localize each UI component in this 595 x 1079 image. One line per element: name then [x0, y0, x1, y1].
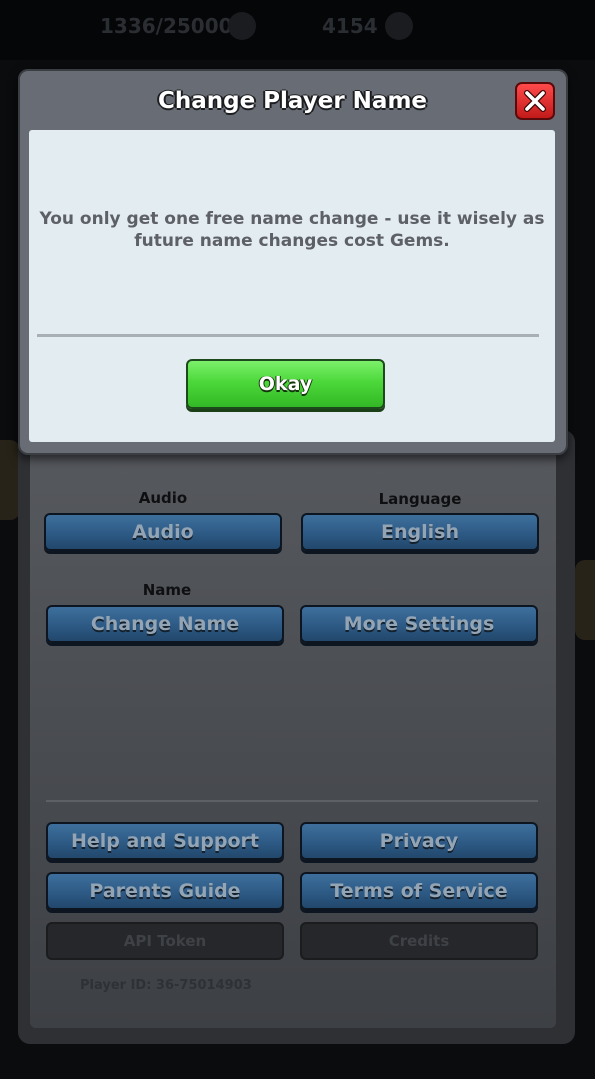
audio-label: Audio — [138, 489, 188, 507]
help-and-support-button[interactable]: Help and Support — [46, 822, 284, 860]
gem-icon — [385, 12, 413, 40]
language-label: Language — [378, 490, 462, 508]
settings-divider — [46, 800, 538, 802]
dialog-title: Change Player Name — [157, 88, 428, 114]
dialog-message: You only get one free name change - use … — [39, 209, 545, 251]
progress-text: 1336/25000 — [100, 14, 233, 38]
language-button[interactable]: English — [301, 513, 539, 551]
top-resource-bar: 1336/25000 4154 — [0, 0, 595, 60]
okay-button[interactable]: Okay — [186, 359, 385, 409]
gem-count: 4154 — [322, 14, 378, 38]
trophy-icon — [228, 12, 256, 40]
privacy-button[interactable]: Privacy — [300, 822, 538, 860]
api-token-button[interactable]: API Token — [46, 922, 284, 960]
change-name-button[interactable]: Change Name — [46, 605, 284, 643]
name-label: Name — [142, 581, 192, 599]
player-id: Player ID: 36-75014903 — [80, 978, 252, 993]
parents-guide-button[interactable]: Parents Guide — [46, 872, 284, 910]
background-decoration — [0, 440, 20, 520]
dialog-separator — [37, 334, 539, 337]
background-decoration — [575, 560, 595, 640]
terms-of-service-button[interactable]: Terms of Service — [300, 872, 538, 910]
close-x-icon — [523, 89, 547, 113]
more-settings-button[interactable]: More Settings — [300, 605, 538, 643]
credits-button[interactable]: Credits — [300, 922, 538, 960]
audio-button[interactable]: Audio — [44, 513, 282, 551]
close-button[interactable] — [515, 82, 555, 120]
